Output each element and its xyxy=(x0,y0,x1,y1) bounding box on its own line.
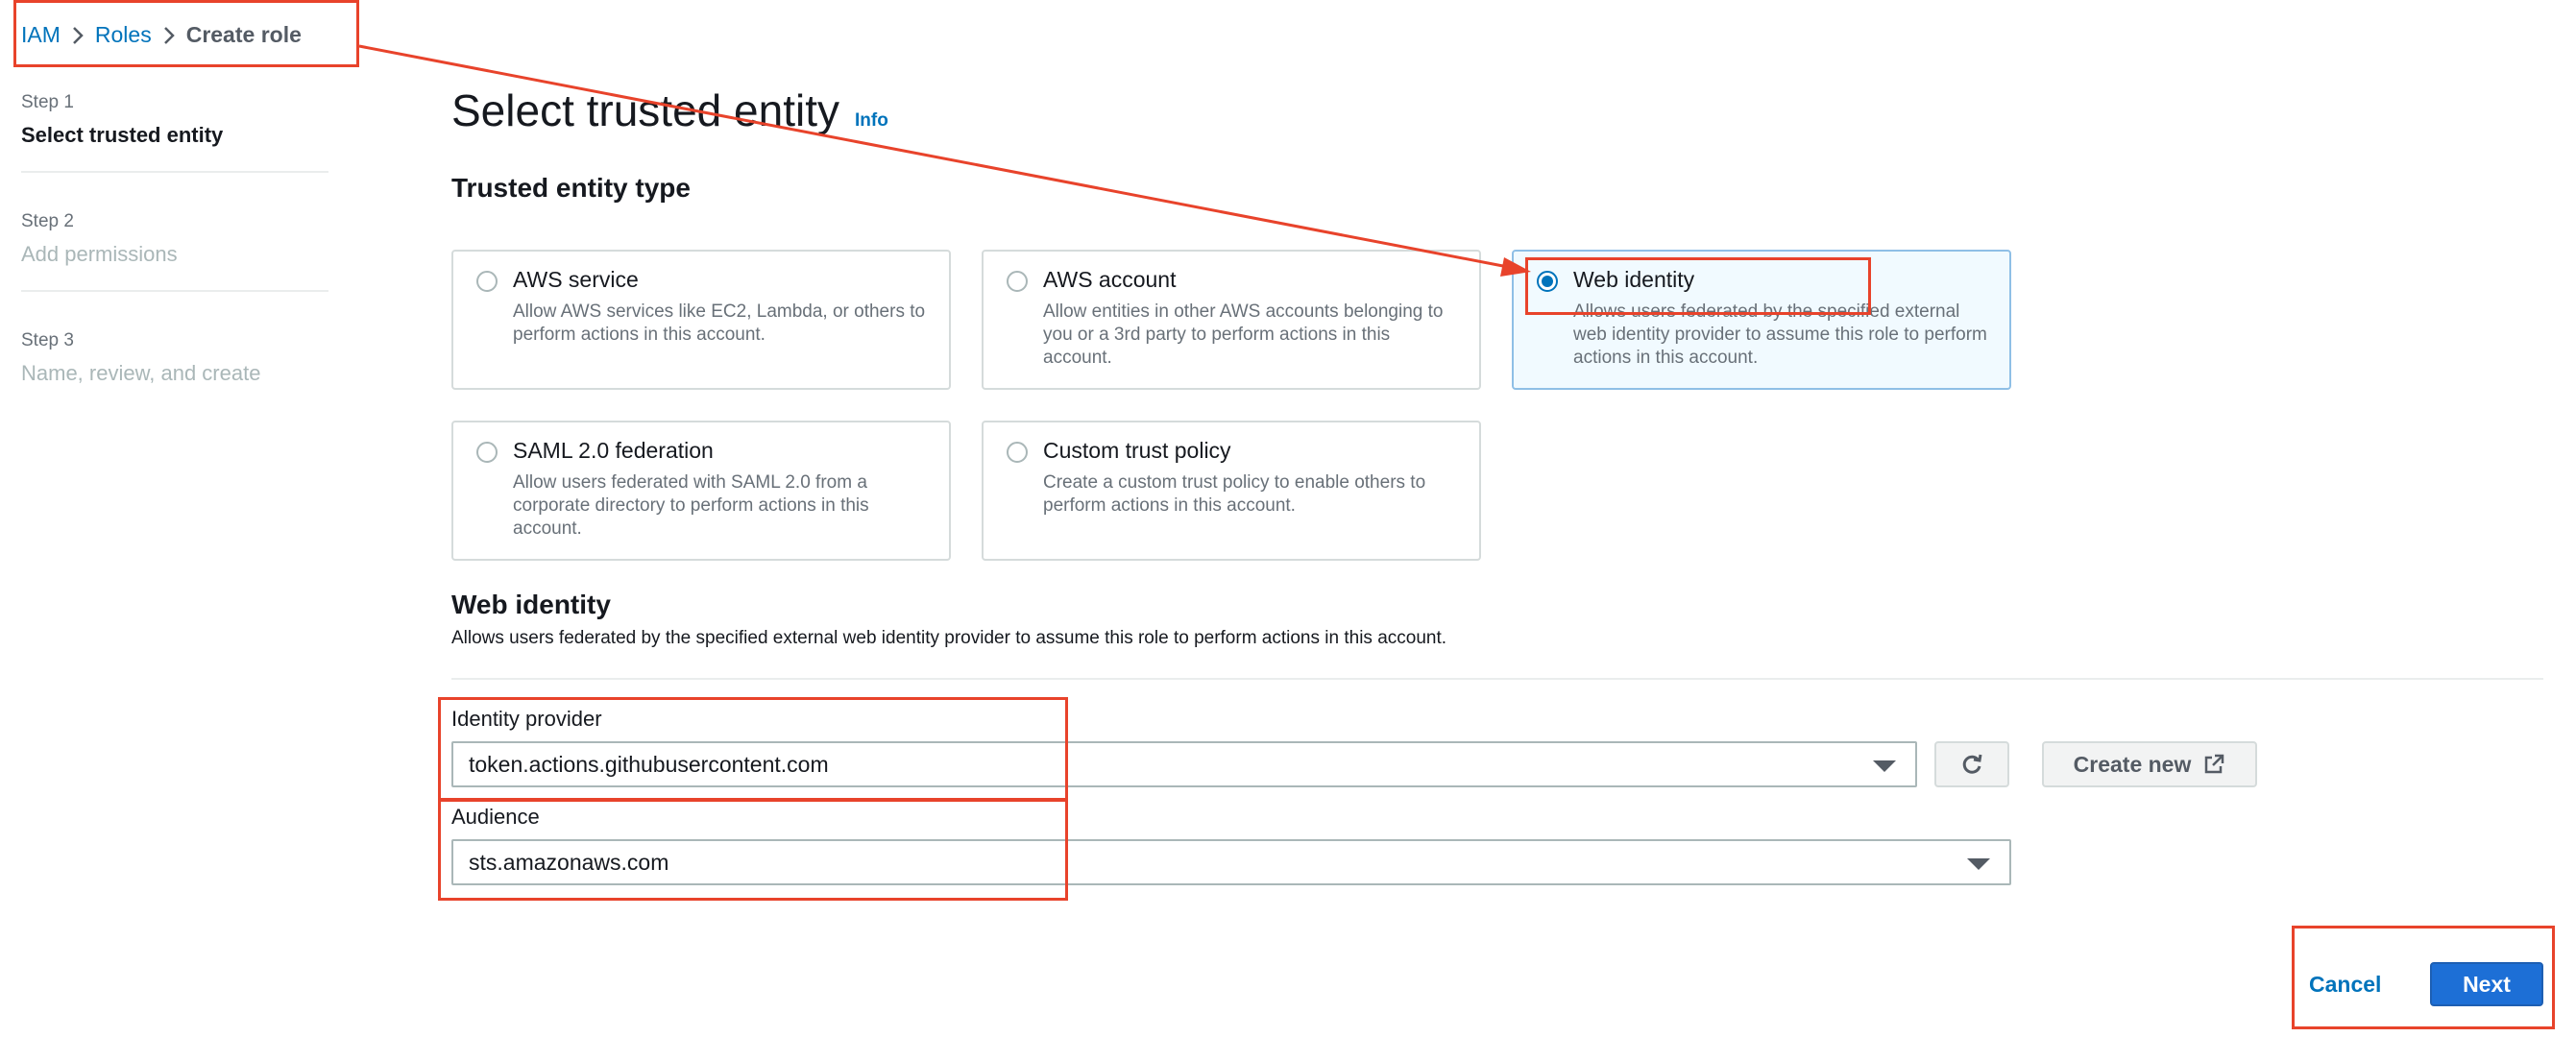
radio-saml-federation[interactable] xyxy=(476,442,498,463)
identity-provider-label: Identity provider xyxy=(451,707,602,731)
external-link-icon xyxy=(2205,754,2224,774)
card-saml-federation[interactable]: SAML 2.0 federation Allow users federate… xyxy=(451,421,951,561)
radio-custom-trust-policy[interactable] xyxy=(1007,442,1028,463)
step-title: Select trusted entity xyxy=(21,123,224,147)
step-2: Step 2 Add permissions xyxy=(21,211,328,292)
step-number: Step 1 xyxy=(21,92,74,112)
card-title: Custom trust policy xyxy=(1043,438,1231,463)
radio-aws-service[interactable] xyxy=(476,271,498,292)
create-role-page: IAM Roles Create role Step 1 Select trus… xyxy=(0,0,2576,1037)
card-description: Allow users federated with SAML 2.0 from… xyxy=(513,472,869,539)
identity-provider-value: token.actions.githubusercontent.com xyxy=(469,751,829,777)
step-number: Step 3 xyxy=(21,330,74,350)
step-1: Step 1 Select trusted entity xyxy=(21,92,328,173)
audience-label: Audience xyxy=(451,805,540,829)
card-web-identity[interactable]: Web identity Allows users federated by t… xyxy=(1512,250,2011,390)
card-description: Allows users federated by the specified … xyxy=(1573,301,1987,368)
breadcrumb-current: Create role xyxy=(185,21,302,47)
radio-aws-account[interactable] xyxy=(1007,271,1028,292)
card-aws-account[interactable]: AWS account Allow entities in other AWS … xyxy=(982,250,1481,390)
card-custom-trust-policy[interactable]: Custom trust policy Create a custom trus… xyxy=(982,421,1481,561)
card-description: Allow entities in other AWS accounts bel… xyxy=(1043,301,1444,368)
breadcrumb-roles-link[interactable]: Roles xyxy=(95,22,152,48)
main-content: Select trusted entity Info Trusted entit… xyxy=(451,0,2545,1037)
create-new-label: Create new xyxy=(2073,751,2192,777)
create-new-button[interactable]: Create new xyxy=(2042,741,2257,787)
page-title-text: Select trusted entity xyxy=(451,85,839,135)
caret-down-icon xyxy=(1967,858,1990,870)
page-title: Select trusted entity Info xyxy=(451,84,888,136)
breadcrumb-iam-link[interactable]: IAM xyxy=(21,22,61,48)
step-number: Step 2 xyxy=(21,211,74,231)
card-description: Create a custom trust policy to enable o… xyxy=(1043,472,1426,516)
refresh-button[interactable] xyxy=(1934,741,2009,787)
web-identity-description: Allows users federated by the specified … xyxy=(451,628,1447,648)
step-title: Add permissions xyxy=(21,242,178,266)
identity-provider-select[interactable]: token.actions.githubusercontent.com xyxy=(451,741,1917,787)
breadcrumb: IAM Roles Create role xyxy=(21,19,302,50)
chevron-right-icon xyxy=(61,22,95,48)
refresh-icon xyxy=(1962,754,1982,774)
caret-down-icon xyxy=(1873,760,1896,772)
card-title: AWS account xyxy=(1043,267,1177,292)
card-title: AWS service xyxy=(513,267,639,292)
card-description: Allow AWS services like EC2, Lambda, or … xyxy=(513,301,926,345)
divider xyxy=(451,678,2543,680)
card-title: SAML 2.0 federation xyxy=(513,438,714,463)
radio-web-identity[interactable] xyxy=(1537,271,1558,292)
step-title: Name, review, and create xyxy=(21,361,261,385)
audience-select[interactable]: sts.amazonaws.com xyxy=(451,839,2011,885)
chevron-right-icon xyxy=(152,22,186,48)
card-title: Web identity xyxy=(1573,267,1695,292)
cancel-button[interactable]: Cancel xyxy=(2309,972,2381,998)
trusted-entity-type-heading: Trusted entity type xyxy=(451,173,691,203)
web-identity-heading: Web identity xyxy=(451,590,611,619)
step-3: Step 3 Name, review, and create xyxy=(21,330,328,409)
wizard-steps: Step 1 Select trusted entity Step 2 Add … xyxy=(21,92,328,447)
next-button[interactable]: Next xyxy=(2430,962,2543,1006)
info-link[interactable]: Info xyxy=(855,110,888,132)
card-aws-service[interactable]: AWS service Allow AWS services like EC2,… xyxy=(451,250,951,390)
audience-value: sts.amazonaws.com xyxy=(469,849,669,875)
